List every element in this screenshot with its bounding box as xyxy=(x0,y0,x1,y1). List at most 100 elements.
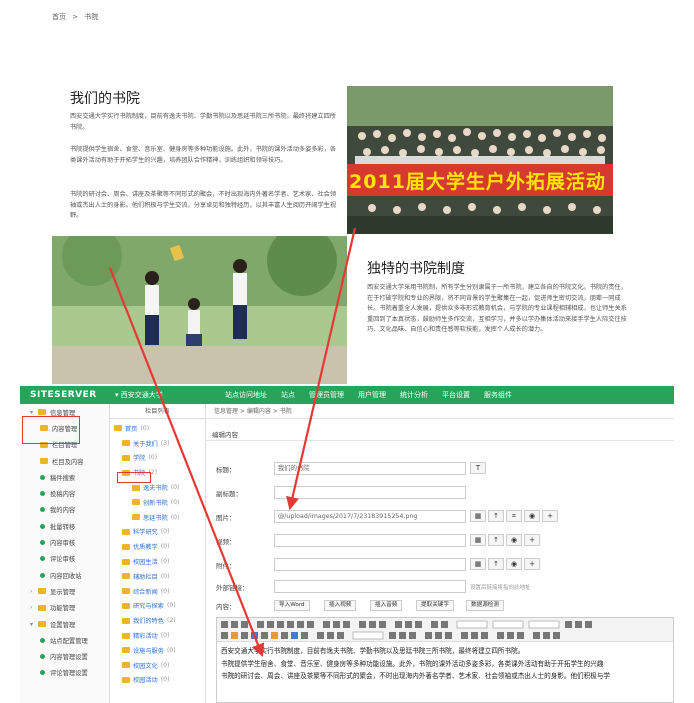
breadcrumb: 首页 > 书院 xyxy=(52,12,102,22)
section-title-unique-system: 独特的书院制度 xyxy=(367,261,465,277)
plus-icon[interactable]: + xyxy=(524,534,540,546)
nav-platform[interactable]: 平台设置 xyxy=(442,390,470,400)
cms-logo[interactable]: SITESERVER xyxy=(20,390,115,400)
tree-item-activities[interactable]: 精彩活动 (0) xyxy=(110,628,205,643)
site-selector[interactable]: ▾ 西安交通大学 xyxy=(115,390,225,400)
extract-keywords-button[interactable]: 提取关键字 xyxy=(416,600,454,611)
tree-item-college[interactable]: 学院 (0) xyxy=(110,451,205,466)
tree-item-home[interactable]: 首页 (0) xyxy=(110,421,205,436)
upload-icon[interactable]: ↑ xyxy=(488,558,504,570)
folder-icon xyxy=(122,662,130,669)
tree-item-features[interactable]: 我们的特色 (2) xyxy=(110,613,205,628)
sidebar-content-settings[interactable]: 内容管理设置 xyxy=(20,648,109,664)
crop-icon[interactable]: ⌗ xyxy=(506,510,522,522)
rich-text-editor[interactable]: 西安交通大学实行书院制度，目前有逸夫书院、学勤书院以及思廷书院三所书院，最终将建… xyxy=(216,617,674,703)
folder-icon xyxy=(38,604,46,611)
tree-item-culture[interactable]: 校园文化 (0) xyxy=(110,658,205,673)
tree-item-facilities[interactable]: 设施与服务 (0) xyxy=(110,643,205,658)
group-photo: 2011届大学生户外拓展活动 xyxy=(347,86,613,234)
tree-item-about[interactable]: 关于我们 (3) xyxy=(110,436,205,451)
nav-stats[interactable]: 统计分析 xyxy=(400,390,428,400)
eye-icon[interactable]: ◉ xyxy=(506,534,522,546)
folder-icon xyxy=(122,647,130,654)
config-icon xyxy=(40,654,45,660)
nav-users[interactable]: 用户管理 xyxy=(358,390,386,400)
editor-toolbar xyxy=(217,618,673,642)
grid-icon[interactable]: ▦ xyxy=(470,534,486,546)
grid-icon[interactable]: ▦ xyxy=(470,510,486,522)
import-word-button[interactable]: 导入Word xyxy=(274,600,310,611)
trash-icon xyxy=(40,572,45,578)
section1-para-3: 书院的研讨会、周会、讲座及茶聚等不同形式的聚会，不时出现海内外著名学者、艺术家、… xyxy=(70,191,337,219)
move-icon xyxy=(40,523,45,529)
sidebar-function-manage[interactable]: › 功能管理 xyxy=(20,600,109,616)
tree-item-aux[interactable]: 辅助栏目 (0) xyxy=(110,569,205,584)
breadcrumb-home[interactable]: 首页 xyxy=(52,13,66,21)
sidebar-display-manage[interactable]: › 显示管理 xyxy=(20,583,109,599)
search-icon xyxy=(40,474,45,480)
chevron-right-icon: › xyxy=(30,587,33,595)
tree-item-research[interactable]: 科学研究 (0) xyxy=(110,525,205,540)
attachment-input[interactable] xyxy=(274,558,466,571)
external-link-input[interactable] xyxy=(274,580,466,593)
sidebar-comment-review[interactable]: 评论审核 xyxy=(20,551,109,567)
eye-icon[interactable]: ◉ xyxy=(506,558,522,570)
title-format-button[interactable]: T xyxy=(470,462,486,474)
folder-icon xyxy=(38,588,46,595)
eye-icon[interactable]: ◉ xyxy=(524,510,540,522)
external-link-label: 外部链接： xyxy=(216,584,249,592)
sidebar-search[interactable]: 稿件搜索 xyxy=(20,469,109,485)
sidebar-recycle-bin[interactable]: 内容回收站 xyxy=(20,567,109,583)
submission-icon xyxy=(40,491,45,497)
channel-tree-header: 栏目列表 xyxy=(110,404,205,419)
sidebar-batch-move[interactable]: 批量转移 xyxy=(20,518,109,534)
data-source-check-button[interactable]: 数据源检测 xyxy=(466,600,504,611)
tree-item-news[interactable]: 综合新闻 (0) xyxy=(110,584,205,599)
nav-admin[interactable]: 管理员管理 xyxy=(309,390,344,400)
sidebar-comment-settings[interactable]: 评论管理设置 xyxy=(20,665,109,681)
sidebar-settings-manage[interactable]: ▾ 设置管理 xyxy=(20,616,109,632)
tree-item-chuangxin[interactable]: 创新书院 (0) xyxy=(110,495,205,510)
upload-icon[interactable]: ↑ xyxy=(488,510,504,522)
folder-icon xyxy=(122,573,130,580)
sidebar-channel-content[interactable]: 栏目及内容 xyxy=(20,453,109,469)
folder-icon xyxy=(38,409,46,416)
chevron-right-icon: › xyxy=(30,604,33,612)
folder-icon xyxy=(122,602,130,609)
folder-icon xyxy=(122,588,130,595)
sidebar-site-config[interactable]: 站点配置管理 xyxy=(20,632,109,648)
edit-content-panel: 信息管理 > 编辑内容 > 书院 编辑内容 标题： 我们的书院 T 副标题： 图… xyxy=(206,404,674,703)
highlight-content-manage xyxy=(22,416,80,444)
tree-item-siting[interactable]: 思廷书院 (0) xyxy=(110,510,205,525)
editor-line-1: 西安交通大学实行书院制度，目前有逸夫书院、学勤书院以及思廷书院三所书院，最终将建… xyxy=(221,647,525,655)
section-title-our-academy: 我们的书院 xyxy=(70,91,140,107)
insert-video-button[interactable]: 插入视频 xyxy=(324,600,357,611)
nav-services[interactable]: 服务组件 xyxy=(484,390,512,400)
tree-item-teaching[interactable]: 优质教学 (0) xyxy=(110,539,205,554)
folder-icon xyxy=(122,543,130,550)
sidebar-content-review[interactable]: 内容审核 xyxy=(20,534,109,550)
editor-content[interactable]: 西安交通大学实行书院制度，目前有逸夫书院、学勤书院以及思廷书院三所书院，最终将建… xyxy=(217,642,673,686)
insert-audio-button[interactable]: 插入音频 xyxy=(370,600,403,611)
breadcrumb-current: 书院 xyxy=(84,13,99,21)
subtitle-input[interactable] xyxy=(274,486,466,499)
subtitle-label: 副标题： xyxy=(216,490,242,498)
tree-item-campus-life[interactable]: 校园生活 (0) xyxy=(110,554,205,569)
tree-item-campus-events[interactable]: 校园活动 (0) xyxy=(110,673,205,688)
plus-icon[interactable]: + xyxy=(542,510,558,522)
upload-icon[interactable]: ↑ xyxy=(488,534,504,546)
highlight-academy-node xyxy=(117,472,151,483)
section1-para-2: 书院提供学生宿舍、食堂、音乐室、健身房等多种功能设施。此外，书院的课外活动多姿多… xyxy=(70,146,337,164)
section2-para: 西安交通大学采用书院制，所有学生分别隶属于一所书院，建立各自的书院文化。书院的责… xyxy=(367,284,627,333)
video-input[interactable] xyxy=(274,534,466,547)
plus-icon[interactable]: + xyxy=(524,558,540,570)
grid-icon[interactable]: ▦ xyxy=(470,558,486,570)
image-path-input[interactable]: @/upload/images/2017/7/23183915254.png xyxy=(274,510,466,523)
nav-site-url[interactable]: 站点访问地址 xyxy=(225,390,267,400)
title-input[interactable]: 我们的书院 xyxy=(274,462,466,475)
tree-item-explore[interactable]: 研究与探索 (0) xyxy=(110,599,205,614)
sidebar-my-content[interactable]: 我的内容 xyxy=(20,502,109,518)
user-icon xyxy=(40,507,45,513)
nav-site[interactable]: 站点 xyxy=(281,390,295,400)
sidebar-submissions[interactable]: 投稿内容 xyxy=(20,485,109,501)
